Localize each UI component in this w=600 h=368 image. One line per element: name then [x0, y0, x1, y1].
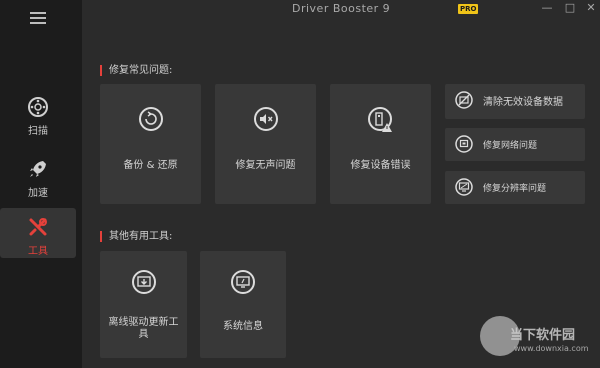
fix-network-card[interactable]: 修复网络问题 — [445, 128, 585, 161]
watermark-text: 当下软件园 — [510, 328, 576, 343]
pro-badge: PRO — [458, 4, 479, 14]
app-title: Driver Booster 9 — [292, 2, 391, 15]
sidebar-item-label: 扫描 — [28, 126, 48, 137]
card-label: 修复分辨率问题 — [483, 184, 547, 194]
card-label: 备份 & 还原 — [123, 160, 178, 171]
close-button[interactable]: ✕ — [584, 1, 598, 15]
resolution-icon — [455, 178, 473, 196]
card-label: 修复无声问题 — [235, 160, 296, 171]
fix-device-error-card[interactable]: 修复设备错误 — [330, 84, 431, 204]
offline-update-icon — [131, 270, 156, 294]
sidebar-item-tools[interactable]: 工具 — [0, 208, 76, 258]
menu-icon[interactable] — [30, 12, 46, 24]
sidebar: 扫描 加速 工具 — [0, 0, 82, 368]
fix-no-sound-card[interactable]: 修复无声问题 — [215, 84, 316, 204]
minimize-button[interactable]: — — [540, 1, 554, 15]
title-bar: Driver Booster 9 PRO — □ ✕ — [82, 0, 600, 18]
card-label: 清除无效设备数据 — [483, 97, 563, 108]
watermark-url: www.downxia.com — [514, 344, 589, 353]
device-error-icon — [367, 107, 392, 132]
fix-resolution-card[interactable]: 修复分辨率问题 — [445, 171, 585, 204]
clean-device-icon — [455, 91, 473, 109]
card-label: 离线驱动更新工具 — [108, 317, 179, 340]
sidebar-item-label: 工具 — [28, 246, 48, 257]
sidebar-item-boost[interactable]: 加速 — [0, 146, 76, 210]
no-sound-icon — [253, 107, 278, 131]
clean-device-data-card[interactable]: 清除无效设备数据 — [445, 84, 585, 119]
tools-icon — [29, 218, 47, 236]
maximize-button[interactable]: □ — [563, 1, 577, 15]
offline-driver-update-card[interactable]: 离线驱动更新工具 — [100, 251, 187, 358]
card-label: 修复网络问题 — [483, 141, 538, 151]
system-info-icon — [231, 270, 255, 294]
section-title-other-tools: 其他有用工具: — [100, 231, 172, 242]
section-title-fix-common: 修复常见问题: — [100, 65, 172, 76]
sidebar-item-scan[interactable]: 扫描 — [0, 84, 76, 148]
backup-restore-icon — [138, 107, 163, 131]
rocket-icon — [30, 161, 46, 177]
backup-restore-card[interactable]: 备份 & 还原 — [100, 84, 201, 204]
network-icon — [455, 135, 473, 153]
card-label: 修复设备错误 — [350, 160, 411, 171]
card-label: 系统信息 — [223, 321, 263, 332]
scan-icon — [28, 97, 48, 117]
system-info-card[interactable]: 系统信息 — [200, 251, 286, 358]
sidebar-item-label: 加速 — [28, 188, 48, 199]
